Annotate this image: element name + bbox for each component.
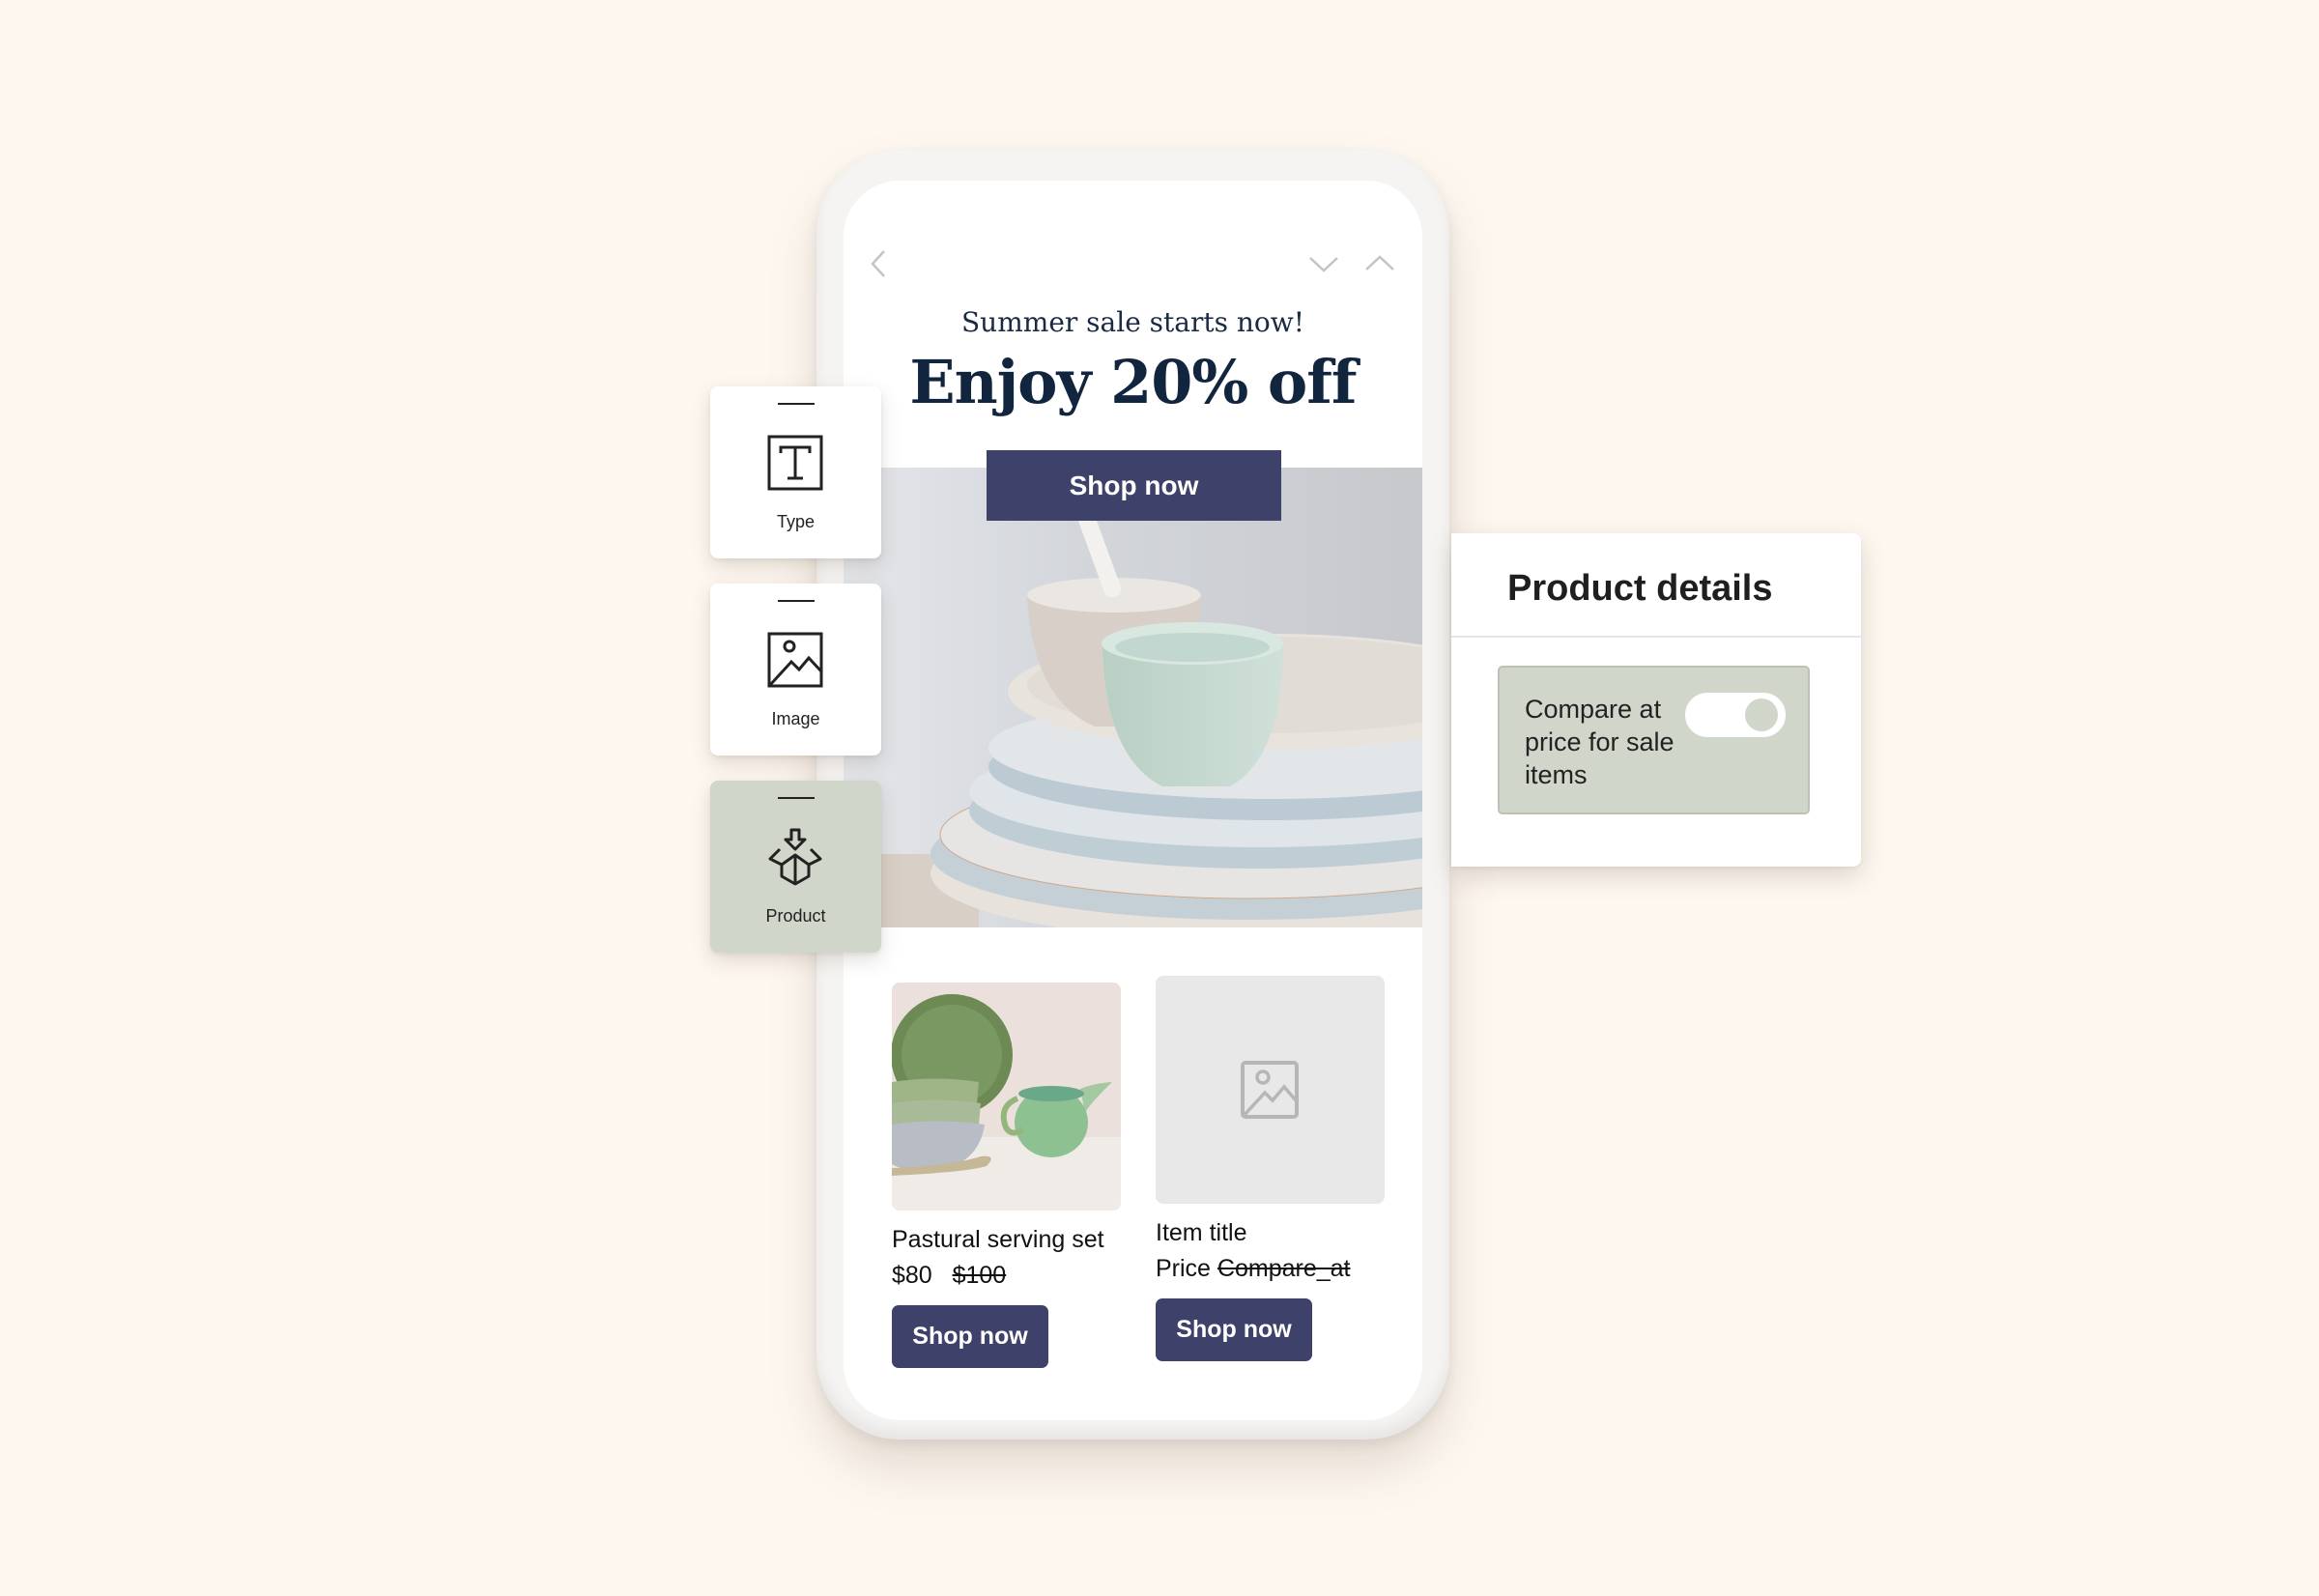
tool-label: Product [765, 906, 826, 926]
product-title: Pastural serving set [892, 1226, 1104, 1253]
product-image[interactable] [892, 983, 1121, 1211]
compare-at-toggle[interactable] [1685, 693, 1786, 737]
image-icon [766, 631, 824, 689]
product-price: $80 [892, 1262, 932, 1289]
product-box-icon [766, 828, 824, 886]
tool-card-type[interactable]: Type [710, 386, 881, 558]
phone-screen: Summer sale starts now! Enjoy 20% off Sh… [844, 181, 1422, 1420]
divider [1451, 636, 1861, 638]
product-price-row: Price Compare_at [1156, 1255, 1385, 1283]
chevron-up-icon[interactable] [1363, 247, 1396, 280]
drag-handle-icon[interactable] [778, 403, 815, 405]
hero-subheading: Summer sale starts now! [961, 306, 1304, 338]
compare-at-setting: Compare at price for sale items [1498, 666, 1810, 814]
product-shop-now-button[interactable]: Shop now [1156, 1298, 1312, 1361]
tool-card-image[interactable]: Image [710, 584, 881, 755]
panel-title: Product details [1507, 568, 1773, 609]
drag-handle-icon[interactable] [778, 797, 815, 799]
tool-label: Type [776, 512, 816, 531]
image-placeholder-icon [1241, 1061, 1299, 1119]
product-compare-at-price: Compare_at [1217, 1255, 1351, 1282]
type-icon [766, 434, 824, 492]
toggle-knob [1745, 698, 1778, 731]
drag-handle-icon[interactable] [778, 600, 815, 602]
hero-shop-now-button[interactable]: Shop now [987, 450, 1281, 521]
tool-label: Image [771, 709, 820, 728]
product-card: Item title Price Compare_at Shop now [1156, 976, 1385, 1361]
product-card: Pastural serving set $80 $100 Shop now [892, 983, 1121, 1368]
compare-at-label: Compare at price for sale items [1525, 695, 1675, 789]
product-title: Item title [1156, 1219, 1247, 1246]
hero-image [844, 468, 1422, 927]
product-price-row: $80 $100 [892, 1262, 1121, 1290]
hero-headline: Enjoy 20% off [909, 347, 1357, 417]
chevron-left-icon[interactable] [863, 247, 896, 280]
tool-card-product[interactable]: Product [710, 781, 881, 953]
product-compare-at-price: $100 [952, 1262, 1007, 1289]
product-image-placeholder[interactable] [1156, 976, 1385, 1204]
product-price: Price [1156, 1255, 1211, 1282]
chevron-down-icon[interactable] [1307, 247, 1340, 280]
product-shop-now-button[interactable]: Shop now [892, 1305, 1048, 1368]
product-details-panel: Product details Compare at price for sal… [1451, 533, 1861, 867]
